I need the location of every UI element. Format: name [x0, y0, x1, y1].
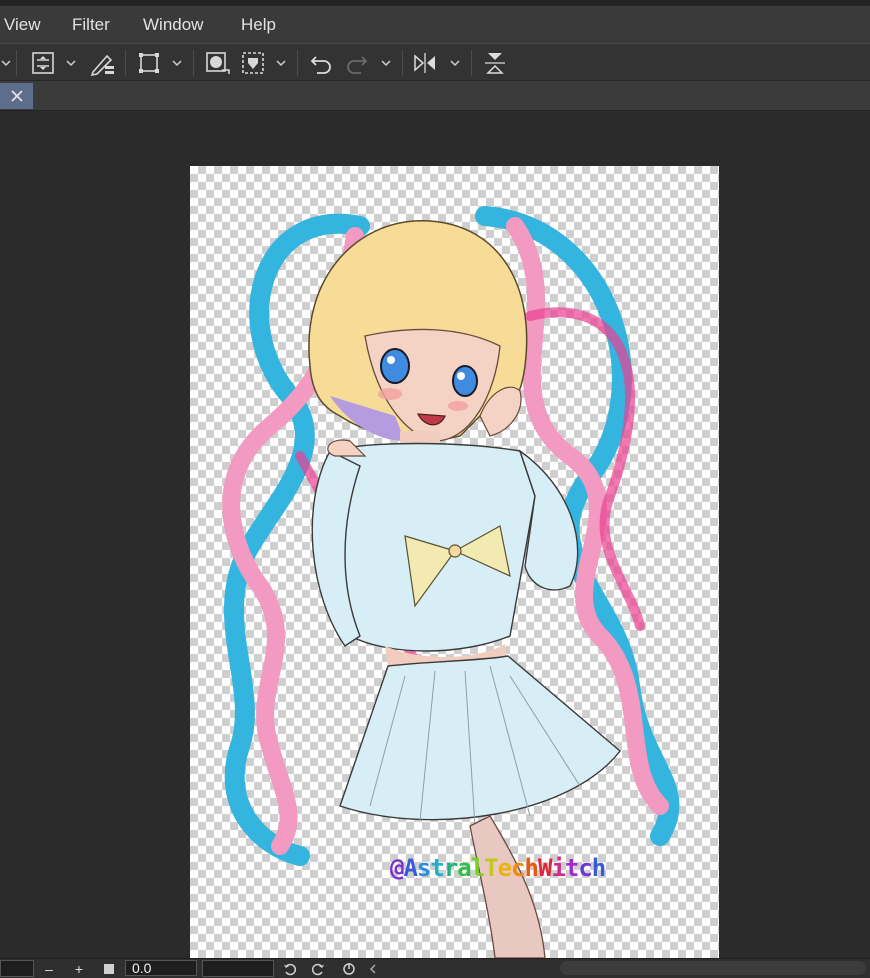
transform-selection-icon[interactable] — [132, 48, 166, 78]
close-icon[interactable] — [0, 83, 33, 109]
drawing-canvas[interactable]: @AstralTechWitch — [190, 166, 719, 958]
signature-letter: @ — [390, 854, 404, 882]
menu-bar: View Filter Window Help — [0, 0, 870, 43]
signature-letter: c — [578, 854, 592, 882]
rotation-value-field[interactable]: 0.0 — [125, 960, 197, 976]
fit-square-icon[interactable] — [100, 960, 118, 977]
document-tab-strip — [0, 81, 870, 111]
chevron-down-icon[interactable] — [446, 48, 464, 78]
signature-letter: T — [484, 854, 498, 882]
chevron-down-icon[interactable] — [272, 48, 290, 78]
toolbar-divider — [471, 50, 472, 76]
toolbar-divider — [125, 50, 126, 76]
layer-properties-icon[interactable] — [26, 48, 60, 78]
signature-letter: t — [430, 854, 444, 882]
signature-letter: W — [537, 854, 552, 882]
artist-signature: @AstralTechWitch — [390, 854, 606, 882]
undo-icon[interactable] — [304, 48, 338, 78]
menu-filter[interactable]: Filter — [72, 15, 110, 35]
right-eye — [452, 365, 478, 397]
signature-letter: h — [524, 854, 539, 882]
redo-icon[interactable] — [340, 48, 374, 78]
horizontal-scrollbar[interactable] — [560, 961, 866, 975]
toolbar-divider — [402, 50, 403, 76]
chevron-left-icon[interactable] — [366, 960, 380, 977]
chevron-down-icon[interactable] — [377, 48, 395, 78]
menu-view[interactable]: View — [4, 15, 41, 35]
chevron-down-icon[interactable] — [62, 48, 80, 78]
signature-letter: c — [511, 854, 525, 882]
reset-rotation-icon[interactable] — [338, 960, 360, 977]
rotate-left-icon[interactable] — [280, 960, 300, 977]
rotation-slider[interactable] — [202, 960, 274, 977]
signature-letter: t — [564, 854, 579, 882]
signature-letter: A — [403, 854, 417, 882]
signature-letter: h — [591, 854, 606, 882]
convert-selection-icon[interactable] — [200, 48, 234, 78]
command-toolbar — [0, 43, 870, 81]
leg — [469, 815, 546, 958]
zoom-in-button[interactable]: + — [70, 960, 88, 977]
anime-girl-artwork — [222, 206, 680, 958]
signature-letter: s — [416, 854, 431, 882]
toolbar-divider — [297, 50, 298, 76]
selection-fill-icon[interactable] — [236, 48, 270, 78]
menu-help[interactable]: Help — [241, 15, 276, 35]
status-bar: – + 0.0 — [0, 958, 870, 978]
left-eye — [380, 348, 410, 384]
pen-layer-icon[interactable] — [84, 48, 120, 78]
toolbar-divider — [16, 50, 17, 76]
rotate-right-icon[interactable] — [308, 960, 328, 977]
canvas-workspace[interactable]: @AstralTechWitch — [0, 111, 870, 958]
toolbar-divider — [193, 50, 194, 76]
chevron-down-icon[interactable] — [0, 48, 12, 78]
zoom-level-field[interactable] — [0, 960, 34, 977]
flip-vertical-icon[interactable] — [478, 48, 512, 78]
zoom-out-button[interactable]: – — [40, 960, 58, 977]
signature-letter: l — [470, 854, 485, 882]
signature-letter: a — [457, 854, 471, 882]
skirt — [339, 655, 621, 821]
signature-letter: r — [443, 854, 458, 882]
flip-horizontal-icon[interactable] — [408, 48, 442, 78]
signature-letter: e — [497, 854, 512, 882]
signature-letter: i — [551, 854, 565, 882]
chevron-down-icon[interactable] — [168, 48, 186, 78]
menu-window[interactable]: Window — [143, 15, 203, 35]
